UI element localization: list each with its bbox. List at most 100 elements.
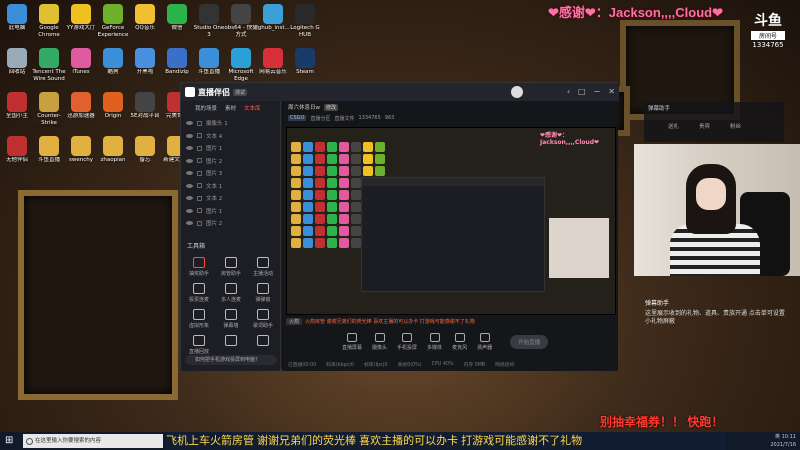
desktop-icon[interactable]: Counter-Strike Global Off... <box>32 92 66 127</box>
desktop-icon[interactable]: 全国小主 <box>0 92 34 120</box>
desktop-icon[interactable]: Bandizip <box>160 48 194 76</box>
desktop-icon[interactable]: 网易云音乐 <box>256 48 290 76</box>
scene-item[interactable]: 图片 1 <box>181 142 280 155</box>
edit-title-button[interactable]: 修改 <box>324 103 339 111</box>
source-tool[interactable]: 扬声器 <box>477 333 492 351</box>
desktop-icon[interactable]: 回收站 <box>0 48 34 76</box>
back-icon[interactable]: ‹ <box>567 87 570 96</box>
desktop-icon[interactable]: QQ音乐 <box>128 4 162 32</box>
desktop-icon[interactable]: 此电脑 <box>0 4 34 32</box>
taskbar-search-input[interactable]: 在这里输入你要搜索的内容 <box>23 434 163 448</box>
status-item: CPU 40% <box>431 361 454 367</box>
scene-item[interactable]: 文本 4 <box>181 130 280 143</box>
lock-icon[interactable] <box>197 158 202 164</box>
desktop-icon[interactable]: Logitech G HUB <box>288 4 322 39</box>
tab-text-library[interactable]: 文本库 <box>244 104 261 112</box>
desktop-icon[interactable]: 迅游加速器 <box>64 92 98 120</box>
toolbox-item[interactable]: 弹幕墙 <box>215 309 247 331</box>
toolbox-item[interactable]: 房管助手 <box>215 257 247 279</box>
start-live-button[interactable]: 开始直播 <box>510 335 549 349</box>
tab-materials[interactable]: 素材 <box>225 104 236 112</box>
eye-icon[interactable] <box>186 196 193 201</box>
scene-item[interactable]: 图片 2 <box>181 155 280 168</box>
minimize-icon[interactable]: − <box>594 87 601 96</box>
source-tool[interactable]: 直播屏幕 <box>342 333 362 351</box>
desktop-icon[interactable]: obs64 - 快捷方式 <box>224 4 258 39</box>
lock-icon[interactable] <box>197 120 202 126</box>
toolbox-item[interactable]: 抽奖助手 <box>183 257 215 279</box>
eye-icon[interactable] <box>186 171 193 176</box>
desktop-icon[interactable]: Origin <box>96 92 130 120</box>
desktop-icon[interactable]: Studio One 3 <box>192 4 226 39</box>
desktop-icon[interactable]: lghub_inst... <box>256 4 290 32</box>
desktop-icon[interactable]: 开黑啦 <box>128 48 162 76</box>
tab-scenes[interactable]: 我的场景 <box>195 104 217 112</box>
lock-icon[interactable] <box>197 170 202 176</box>
game-tag[interactable]: CSGO <box>288 115 307 121</box>
toolbox-item[interactable]: 直播回放 <box>183 335 215 357</box>
lock-icon[interactable] <box>197 133 202 139</box>
eye-icon[interactable] <box>186 158 193 163</box>
source-tool[interactable]: 摄像头 <box>372 333 387 351</box>
maximize-icon[interactable]: □ <box>578 87 586 96</box>
toolbox-item[interactable] <box>215 335 247 357</box>
help-notice[interactable]: 如何把手机游戏投屏到电脑? <box>185 355 277 365</box>
user-avatar[interactable] <box>511 86 523 98</box>
desktop-icon[interactable]: 微信 <box>160 4 194 32</box>
toolbox-item[interactable] <box>247 335 279 357</box>
desktop-icon[interactable]: Tencent The Wire Sound <box>32 48 66 83</box>
lock-icon[interactable] <box>197 183 202 189</box>
tool-icon <box>257 335 269 346</box>
desktop-icon[interactable]: Microsoft Edge <box>224 48 258 83</box>
scene-item[interactable]: 文本 2 <box>181 192 280 205</box>
toolbox-item[interactable]: 虚拟形象 <box>183 309 215 331</box>
desktop-icon[interactable]: iTunes <box>64 48 98 76</box>
tray-time[interactable]: 10:11 <box>782 434 796 440</box>
chat-tab-vip[interactable]: 贵宾 <box>699 122 710 130</box>
eye-icon[interactable] <box>186 221 193 226</box>
desktop-icon[interactable]: 酷狗 <box>96 48 130 76</box>
scene-label: 图片 3 <box>206 171 223 178</box>
scene-item[interactable]: 文本 1 <box>181 180 280 193</box>
scene-item[interactable]: 图片 1 <box>181 205 280 218</box>
toolbox-item[interactable]: 弹弹窗 <box>247 283 279 305</box>
scene-item[interactable]: 图片 2 <box>181 217 280 230</box>
eye-icon[interactable] <box>186 208 193 213</box>
lock-icon[interactable] <box>197 195 202 201</box>
source-tool[interactable]: 麦克风 <box>452 333 467 351</box>
desktop-icon[interactable]: 斗鱼直播 <box>192 48 226 76</box>
toolbox-item[interactable]: 投票连麦 <box>183 283 215 305</box>
desktop-icon[interactable]: zhaopian <box>96 136 130 164</box>
desktop-icon[interactable]: 无他伴侣 <box>0 136 34 164</box>
close-icon[interactable]: ✕ <box>608 87 615 96</box>
stream-preview[interactable]: ❤感谢❤：Jackson,,,,Cloud❤ <box>286 127 616 315</box>
chat-tab-fans[interactable]: 粉丝 <box>730 122 741 130</box>
lock-icon[interactable] <box>197 145 202 151</box>
desktop-icon[interactable]: 斗鱼直播 <box>32 136 66 164</box>
desktop-icon-label: 微信 <box>171 25 183 31</box>
desktop-icon[interactable]: 5E对战平台 <box>128 92 162 120</box>
eye-icon[interactable] <box>186 183 193 188</box>
desktop-icon[interactable]: GeForce Experience <box>96 4 130 39</box>
eye-icon[interactable] <box>186 146 193 151</box>
tray-date[interactable]: 2021/7/16 <box>770 442 796 448</box>
toolbox-item[interactable]: 主播活动 <box>247 257 279 279</box>
toolbox-item[interactable]: 歌词助手 <box>247 309 279 331</box>
eye-icon[interactable] <box>186 121 193 126</box>
toolbox-item[interactable]: 多人连麦 <box>215 283 247 305</box>
lock-icon[interactable] <box>197 208 202 214</box>
eye-icon[interactable] <box>186 133 193 138</box>
scene-item[interactable]: 摄像头 1 <box>181 117 280 130</box>
desktop-icon[interactable]: Google Chrome <box>32 4 66 39</box>
desktop-icon[interactable]: Steam <box>288 48 322 76</box>
lock-icon[interactable] <box>197 220 202 226</box>
desktop-icon[interactable]: swenchy <box>64 136 98 164</box>
source-tool[interactable]: 手机投屏 <box>397 333 417 351</box>
source-tool[interactable]: 多媒体 <box>427 333 442 351</box>
desktop-icon[interactable]: YY游戏大厅 <box>64 4 98 32</box>
desktop-icon[interactable]: 备忘 <box>128 136 162 164</box>
windows-start-icon[interactable]: ⊞ <box>5 435 19 447</box>
chat-tab-gift[interactable]: 送礼 <box>668 122 679 130</box>
scene-item[interactable]: 图片 3 <box>181 167 280 180</box>
tray-language[interactable]: 英 <box>775 434 780 440</box>
